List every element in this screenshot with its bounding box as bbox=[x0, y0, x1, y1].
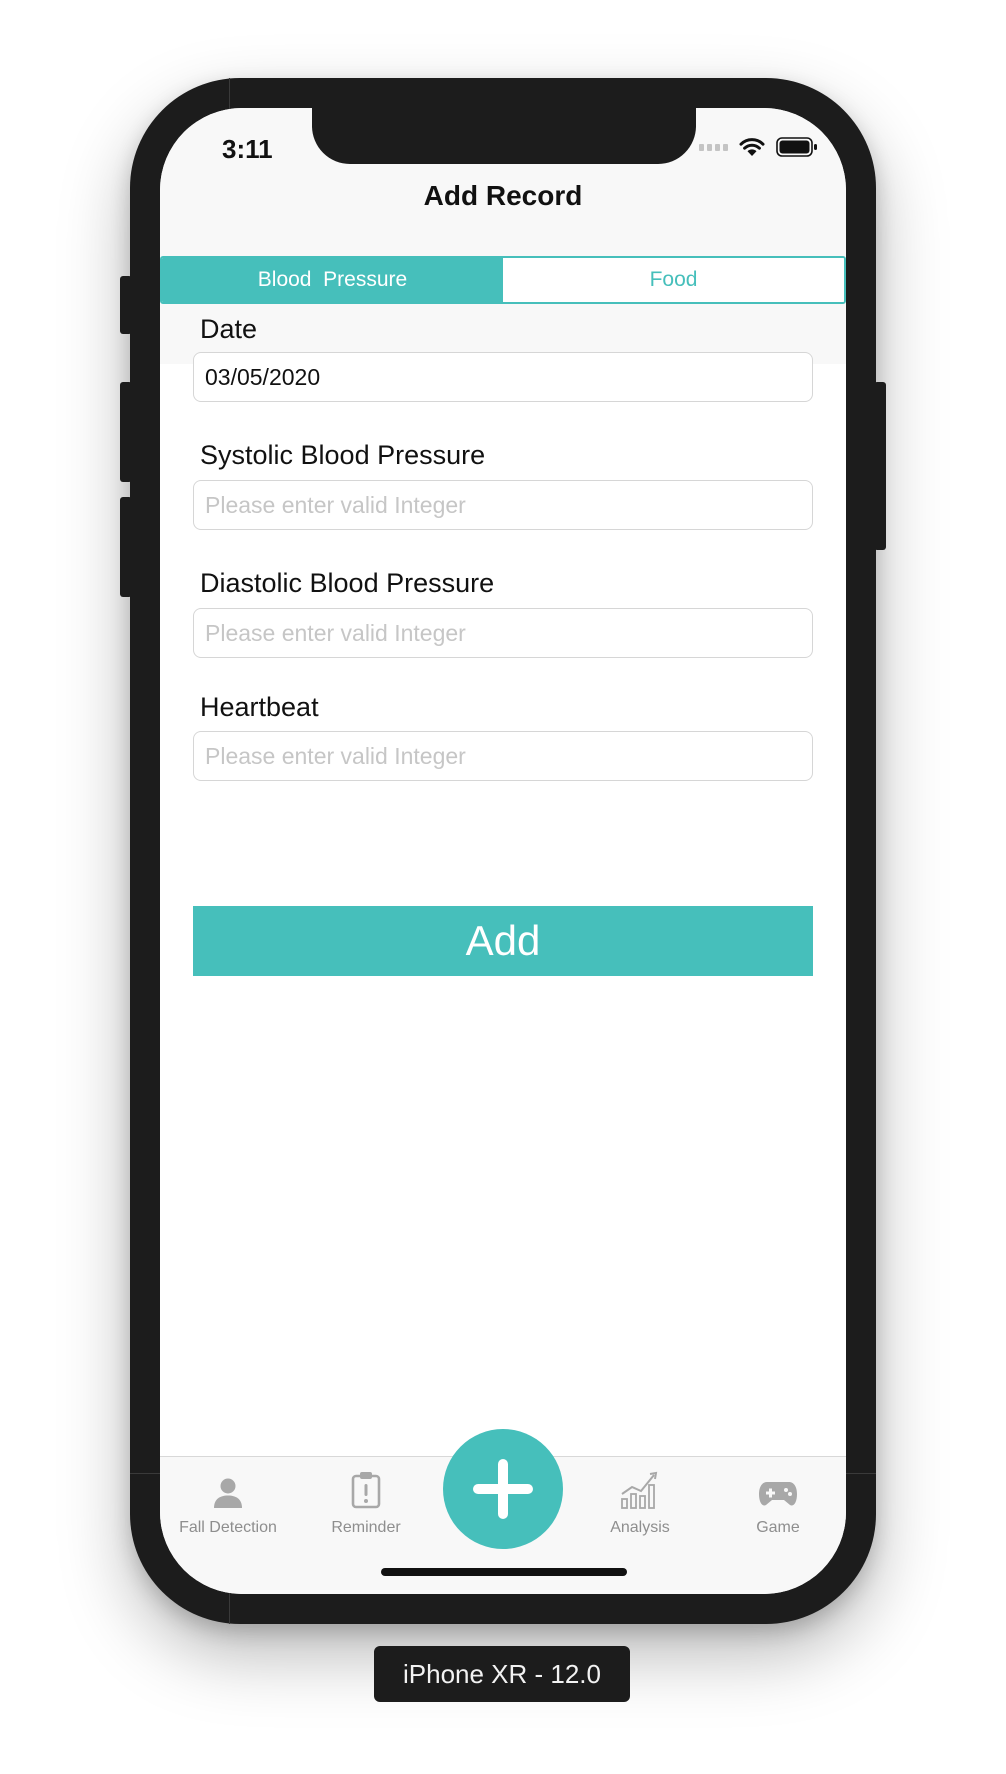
add-button[interactable]: Add bbox=[193, 906, 813, 976]
record-type-segmented-control: Blood Pressure Food bbox=[160, 256, 846, 304]
tab-analysis[interactable]: Analysis bbox=[572, 1469, 708, 1537]
gamepad-icon bbox=[759, 1482, 797, 1506]
frame-antenna-line bbox=[846, 1473, 876, 1474]
page-title: Add Record bbox=[423, 180, 583, 211]
wifi-icon bbox=[739, 138, 765, 156]
tab-reminder[interactable]: Reminder bbox=[298, 1469, 434, 1537]
heartbeat-field[interactable] bbox=[193, 731, 813, 781]
systolic-field[interactable] bbox=[193, 480, 813, 530]
cellular-signal-icon bbox=[699, 143, 728, 151]
segment-food[interactable]: Food bbox=[503, 258, 844, 302]
bar-chart-icon bbox=[621, 1471, 658, 1509]
diastolic-label: Diastolic Blood Pressure bbox=[200, 568, 495, 598]
add-record-fab[interactable] bbox=[443, 1429, 563, 1549]
tab-game[interactable]: Game bbox=[710, 1469, 846, 1537]
device-volume-up bbox=[120, 382, 132, 482]
tab-label: Reminder bbox=[331, 1519, 401, 1536]
device-power-button bbox=[874, 382, 886, 550]
battery-icon bbox=[776, 137, 817, 157]
device-volume-down bbox=[120, 497, 132, 597]
phone-screen: 3:11 Add Record Blood Pressure Food Date… bbox=[160, 108, 846, 1594]
date-field[interactable] bbox=[193, 352, 813, 402]
segment-label: Blood Pressure bbox=[257, 268, 408, 291]
person-icon bbox=[214, 1478, 242, 1508]
date-label: Date bbox=[200, 314, 258, 344]
diastolic-field[interactable] bbox=[193, 608, 813, 658]
heartbeat-label: Heartbeat bbox=[200, 692, 319, 722]
device-mute-switch bbox=[120, 276, 132, 334]
clipboard-alert-icon bbox=[351, 1472, 381, 1509]
tab-label: Fall Detection bbox=[179, 1519, 277, 1536]
device-notch bbox=[312, 108, 696, 164]
device-label: iPhone XR - 12.0 bbox=[374, 1646, 630, 1702]
segment-label: Food bbox=[649, 268, 698, 291]
frame-antenna-line bbox=[130, 1473, 160, 1474]
status-icons bbox=[699, 136, 818, 158]
tab-fall-detection[interactable]: Fall Detection bbox=[160, 1469, 296, 1537]
status-time: 3:11 bbox=[222, 134, 273, 164]
tab-label: Analysis bbox=[610, 1519, 670, 1536]
plus-icon bbox=[473, 1459, 533, 1519]
tab-label: Game bbox=[756, 1519, 800, 1536]
home-indicator bbox=[381, 1568, 627, 1576]
segment-blood-pressure[interactable]: Blood Pressure bbox=[162, 258, 503, 302]
systolic-label: Systolic Blood Pressure bbox=[200, 440, 486, 470]
